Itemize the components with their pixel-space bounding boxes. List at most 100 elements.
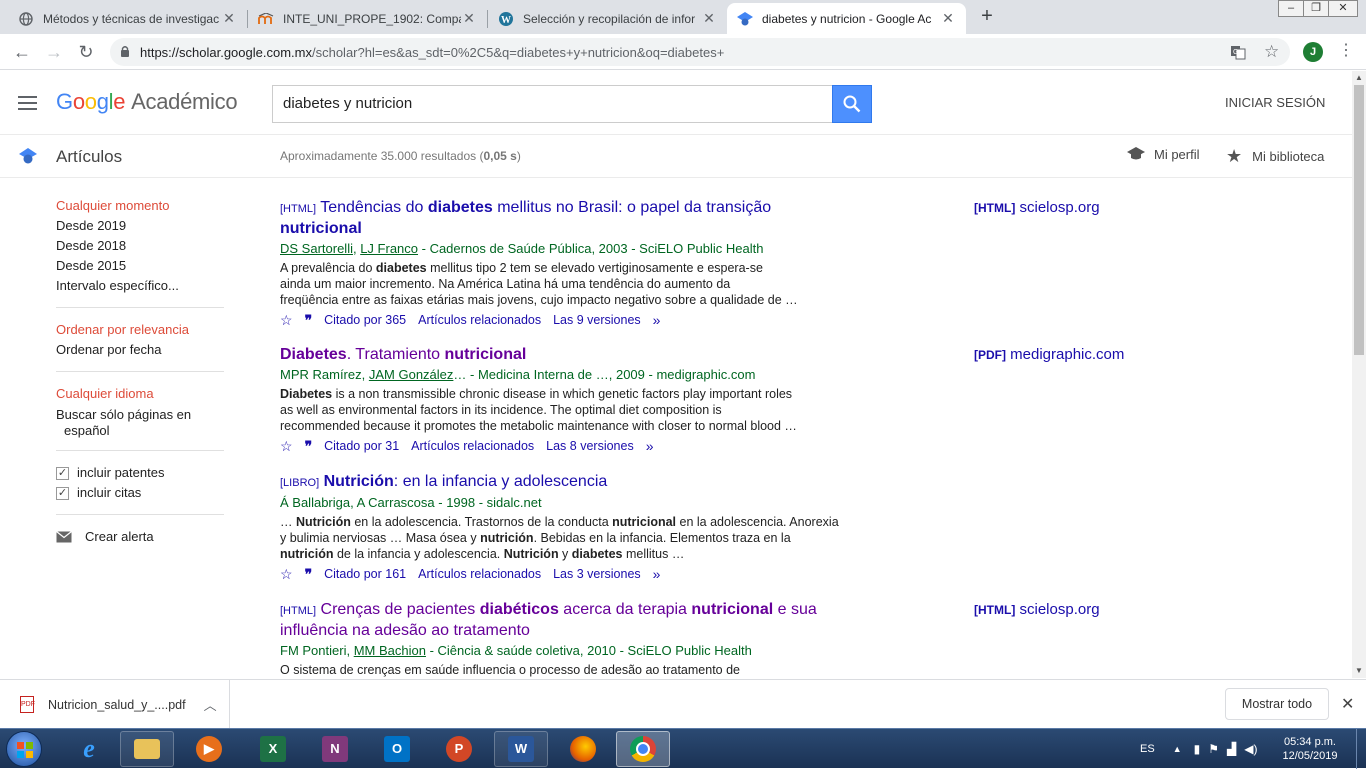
versions-link[interactable]: Las 3 versiones: [553, 564, 641, 584]
cite-quote-icon[interactable]: ❞: [305, 564, 313, 584]
cited-by-link[interactable]: Citado por 31: [324, 436, 399, 456]
result-title-link[interactable]: [HTML] Crenças de pacientes diabéticos a…: [280, 600, 870, 641]
related-articles-link[interactable]: Artículos relacionados: [411, 436, 534, 456]
filter-any-time[interactable]: Cualquier momento: [56, 196, 224, 216]
filter-custom-range[interactable]: Intervalo específico...: [56, 276, 224, 296]
taskbar-explorer[interactable]: [120, 731, 174, 767]
my-library-link[interactable]: ★ Mi biblioteca: [1226, 146, 1324, 167]
tab-close-icon[interactable]: ✕: [940, 10, 956, 27]
cite-quote-icon[interactable]: ❞: [305, 436, 313, 456]
create-alert-link[interactable]: Crear alerta: [56, 527, 224, 547]
taskbar-media-player[interactable]: ▶: [182, 731, 236, 767]
tab-metodos[interactable]: Métodos y técnicas de investigac ✕: [8, 3, 247, 34]
taskbar-chrome[interactable]: [616, 731, 670, 767]
reload-icon[interactable]: ↻: [76, 42, 96, 63]
translate-icon[interactable]: G: [1230, 44, 1246, 63]
full-text-link[interactable]: [PDF] medigraphic.com: [974, 346, 1124, 363]
versions-link[interactable]: Las 9 versiones: [553, 310, 641, 330]
result-title-link[interactable]: [LIBRO] Nutrición: en la infancia y adol…: [280, 472, 870, 493]
full-text-link[interactable]: [HTML] scielosp.org: [974, 199, 1100, 216]
flag-icon[interactable]: ⚑: [1208, 742, 1219, 756]
back-arrow-icon[interactable]: ←: [12, 42, 32, 63]
more-chevrons-icon[interactable]: »: [646, 436, 654, 456]
language-indicator[interactable]: ES: [1140, 743, 1155, 755]
filter-since-2015[interactable]: Desde 2015: [56, 256, 224, 276]
filter-any-language[interactable]: Cualquier idioma: [56, 384, 224, 404]
hamburger-menu-icon[interactable]: [18, 96, 37, 110]
cite-quote-icon[interactable]: ❞: [305, 310, 313, 330]
network-icon[interactable]: ▟: [1227, 742, 1236, 756]
close-icon[interactable]: ✕: [1341, 694, 1354, 714]
taskbar-excel[interactable]: X: [246, 731, 300, 767]
address-bar[interactable]: https://scholar.google.com.mx/scholar?hl…: [110, 38, 1290, 66]
show-all-button[interactable]: Mostrar todo: [1225, 688, 1329, 720]
checkmark-icon: ✓: [56, 486, 69, 500]
battery-icon[interactable]: ▮: [1194, 742, 1201, 756]
save-star-icon[interactable]: ☆: [280, 564, 293, 584]
search-input[interactable]: diabetes y nutricion: [272, 85, 832, 123]
chevron-up-icon[interactable]: ︿: [204, 695, 217, 714]
forward-arrow-icon[interactable]: →: [44, 42, 64, 63]
download-item[interactable]: PDF Nutricion_salud_y_....pdf ︿: [0, 680, 230, 729]
tab-close-icon[interactable]: ✕: [461, 10, 477, 27]
filter-spanish-only[interactable]: Buscar sólo páginas en español: [56, 407, 224, 439]
save-star-icon[interactable]: ☆: [280, 436, 293, 456]
sort-date[interactable]: Ordenar por fecha: [56, 340, 224, 360]
scholar-logo[interactable]: Google Académico: [56, 89, 238, 115]
clock[interactable]: 05:34 p.m. 12/05/2019: [1275, 735, 1345, 763]
tab-seleccion[interactable]: W Selección y recopilación de infor ✕: [488, 3, 727, 34]
tray-expand-icon[interactable]: ▲: [1173, 744, 1182, 754]
scroll-up-arrow-icon[interactable]: ▲: [1352, 71, 1366, 85]
author-link[interactable]: MM Bachion: [354, 643, 426, 658]
taskbar-word[interactable]: W: [494, 731, 548, 767]
include-citations-checkbox[interactable]: ✓ incluir citas: [56, 483, 224, 503]
full-text-link[interactable]: [HTML] scielosp.org: [974, 601, 1100, 618]
include-patents-checkbox[interactable]: ✓ incluir patentes: [56, 463, 224, 483]
author-link[interactable]: LJ Franco: [360, 241, 418, 256]
minimize-button[interactable]: –: [1278, 0, 1304, 17]
author-link[interactable]: JAM González: [369, 367, 454, 382]
section-title[interactable]: Artículos: [56, 147, 122, 167]
page-scrollbar[interactable]: ▲ ▼: [1352, 71, 1366, 678]
restore-button[interactable]: ❐: [1303, 0, 1329, 17]
tab-close-icon[interactable]: ✕: [701, 10, 717, 27]
result-title-link[interactable]: Diabetes. Tratamiento nutricional: [280, 345, 870, 365]
scroll-down-arrow-icon[interactable]: ▼: [1352, 664, 1366, 678]
search-button[interactable]: [832, 85, 872, 123]
taskbar-internet-explorer[interactable]: e: [62, 731, 116, 767]
result-title-link[interactable]: [HTML] Tendências do diabetes mellitus n…: [280, 198, 870, 239]
menu-dots-icon[interactable]: ⋮: [1338, 40, 1354, 60]
related-articles-link[interactable]: Artículos relacionados: [418, 310, 541, 330]
save-star-icon[interactable]: ☆: [280, 310, 293, 330]
tab-close-icon[interactable]: ✕: [221, 10, 237, 27]
taskbar-outlook[interactable]: O: [370, 731, 424, 767]
more-chevrons-icon[interactable]: »: [653, 564, 661, 584]
filter-since-2019[interactable]: Desde 2019: [56, 216, 224, 236]
more-chevrons-icon[interactable]: »: [653, 310, 661, 330]
my-profile-link[interactable]: Mi perfil: [1126, 146, 1200, 162]
related-articles-link[interactable]: Artículos relacionados: [418, 564, 541, 584]
cited-by-link[interactable]: Citado por 161: [324, 564, 406, 584]
result-snippet: … Nutrición en la adolescencia. Trastorn…: [280, 515, 839, 561]
scrollbar-thumb[interactable]: [1354, 85, 1364, 355]
volume-icon[interactable]: ◀): [1244, 742, 1257, 756]
versions-link[interactable]: Las 8 versiones: [546, 436, 634, 456]
new-tab-button[interactable]: +: [977, 5, 997, 28]
windows-start-button[interactable]: [6, 731, 42, 767]
graduation-cap-icon: [1127, 147, 1145, 160]
bookmark-star-icon[interactable]: ☆: [1264, 42, 1279, 62]
taskbar-powerpoint[interactable]: P: [432, 731, 486, 767]
show-desktop-button[interactable]: [1356, 729, 1366, 769]
filter-since-2018[interactable]: Desde 2018: [56, 236, 224, 256]
tab-scholar-active[interactable]: diabetes y nutricion - Google Ac ✕: [727, 3, 966, 34]
cited-by-link[interactable]: Citado por 365: [324, 310, 406, 330]
taskbar-onenote[interactable]: N: [308, 731, 362, 767]
taskbar-firefox[interactable]: [556, 731, 610, 767]
author-link[interactable]: DS Sartorelli: [280, 241, 353, 256]
tab-inte-uni[interactable]: INTE_UNI_PROPE_1902: Compart ✕: [248, 3, 487, 34]
signin-link[interactable]: INICIAR SESIÓN: [1225, 95, 1325, 110]
sort-relevance[interactable]: Ordenar por relevancia: [56, 320, 224, 340]
close-window-button[interactable]: ✕: [1328, 0, 1358, 17]
profile-avatar[interactable]: J: [1303, 42, 1323, 62]
result-meta: FM Pontieri, MM Bachion - Ciência & saúd…: [280, 643, 752, 658]
